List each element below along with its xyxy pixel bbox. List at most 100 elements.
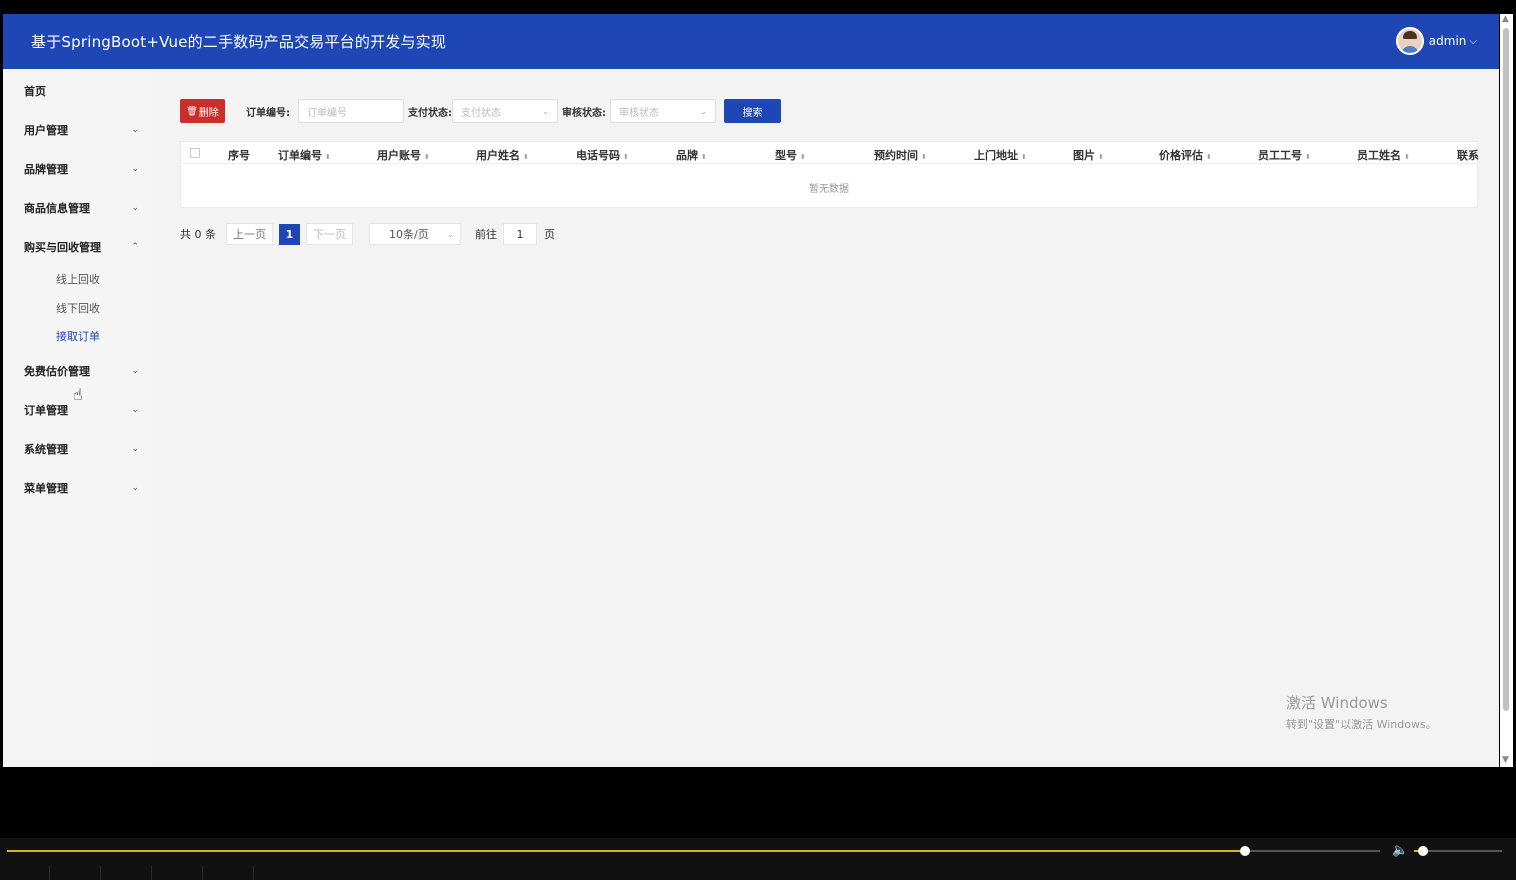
scroll-down-arrow-icon[interactable]: ▼ (1502, 755, 1509, 765)
sidebar-item-menus[interactable]: 菜单管理 ⌄ (24, 478, 139, 498)
sort-icon[interactable]: ⬍ (623, 153, 629, 161)
chevron-down-icon: ⌄ (131, 483, 139, 493)
column-header-label: 用户账号 (377, 149, 421, 162)
chevron-down-icon: ⌄ (447, 229, 454, 239)
column-header-label: 员工姓名 (1357, 149, 1401, 162)
pagination: 共 0 条 上一页 1 下一页 10条/页 ⌄ 前往 1 页 (180, 223, 555, 245)
sidebar-item-label: 系统管理 (24, 443, 68, 456)
top-header: 基于SpringBoot+Vue的二手数码产品交易平台的开发与实现 admin … (3, 14, 1499, 69)
page-suffix: 页 (544, 228, 555, 241)
column-header[interactable]: 图片 ⬍ (1073, 147, 1104, 163)
sidebar-item-label: 用户管理 (24, 124, 68, 137)
order-no-input[interactable]: 订单编号 (298, 99, 404, 123)
chevron-down-icon: ⌄ (131, 203, 139, 213)
page-size-value: 10条/页 (389, 228, 429, 241)
table-header: 序号 订单编号 ⬍ 用户账号 ⬍ 用户姓名 ⬍ 电话号码 ⬍ 品牌 ⬍ 型号 ⬍ 预约时间 ⬍… (181, 142, 1479, 164)
column-header-label: 联系 (1457, 149, 1479, 162)
sort-icon[interactable]: ⬍ (325, 153, 331, 161)
chevron-down-icon[interactable]: ⌵ (1469, 36, 1477, 47)
player-segment (203, 866, 254, 880)
column-header[interactable]: 员工姓名 ⬍ (1357, 147, 1410, 163)
sort-icon[interactable]: ⬍ (1098, 153, 1104, 161)
goto-page-input[interactable]: 1 (503, 223, 537, 245)
delete-button[interactable]: 🗑 删除 (180, 99, 225, 123)
column-header[interactable]: 预约时间 ⬍ (874, 147, 927, 163)
column-header[interactable]: 电话号码 ⬍ (576, 147, 629, 163)
sort-icon[interactable]: ⬍ (1021, 153, 1027, 161)
sidebar-item-users[interactable]: 用户管理 ⌄ (24, 120, 139, 140)
sidebar-item-purchase-recycle[interactable]: 购买与回收管理 ⌃ (24, 237, 139, 257)
sidebar-item-label: 菜单管理 (24, 482, 68, 495)
sort-icon[interactable]: ⬍ (424, 153, 430, 161)
sidebar-item-free-estimate[interactable]: 免费估价管理 ⌄ (24, 361, 139, 381)
sort-icon[interactable]: ⬍ (701, 153, 707, 161)
username[interactable]: admin (1429, 34, 1467, 48)
column-header-label: 订单编号 (278, 149, 322, 162)
search-button[interactable]: 搜索 (724, 99, 781, 123)
sidebar-item-brands[interactable]: 品牌管理 ⌄ (24, 159, 139, 179)
column-header-label: 上门地址 (974, 149, 1018, 162)
column-header-label: 预约时间 (874, 149, 918, 162)
column-header[interactable]: 员工工号 ⬍ (1258, 147, 1311, 163)
seek-bar-handle[interactable] (1240, 846, 1251, 856)
pay-status-label: 支付状态: (408, 107, 452, 119)
column-header[interactable]: 联系 (1457, 147, 1479, 163)
sidebar-subitem-online-recycle[interactable]: 线上回收 (56, 271, 100, 287)
orders-table: 序号 订单编号 ⬍ 用户账号 ⬍ 用户姓名 ⬍ 电话号码 ⬍ 品牌 ⬍ 型号 ⬍ 预约时间 ⬍… (180, 141, 1479, 208)
column-header[interactable]: 价格评估 ⬍ (1159, 147, 1212, 163)
column-header[interactable]: 用户账号 ⬍ (377, 147, 430, 163)
chevron-down-icon: ⌄ (131, 444, 139, 454)
page-size-select[interactable]: 10条/页 ⌄ (369, 223, 461, 245)
prev-page-button[interactable]: 上一页 (226, 223, 273, 245)
volume-slider[interactable] (1414, 846, 1502, 856)
sort-icon[interactable]: ⬍ (1206, 153, 1212, 161)
main-content: 🗑 删除 订单编号: 订单编号 支付状态: 支付状态 ⌄ 审核状态: 审核状态 ⌄… (152, 69, 1499, 767)
column-header[interactable]: 上门地址 ⬍ (974, 147, 1027, 163)
vertical-scrollbar[interactable]: ▲ ▼ (1500, 14, 1513, 767)
column-header[interactable]: 订单编号 ⬍ (278, 147, 331, 163)
sidebar-item-products[interactable]: 商品信息管理 ⌄ (24, 198, 139, 218)
sort-icon[interactable]: ⬍ (1305, 153, 1311, 161)
scrollbar-thumb[interactable] (1503, 28, 1509, 711)
total-count: 共 0 条 (180, 228, 216, 241)
sidebar-item-label: 商品信息管理 (24, 202, 90, 215)
user-menu[interactable]: admin ⌵ (1395, 27, 1477, 55)
page-number-current[interactable]: 1 (279, 223, 300, 245)
search-toolbar: 🗑 删除 订单编号: 订单编号 支付状态: 支付状态 ⌄ 审核状态: 审核状态 ⌄… (180, 98, 781, 124)
scroll-up-arrow-icon[interactable]: ▲ (1502, 14, 1509, 24)
avatar[interactable] (1395, 27, 1424, 55)
sidebar-item-home[interactable]: 首页 (24, 81, 139, 101)
order-no-placeholder: 订单编号 (307, 107, 347, 119)
sidebar-item-system[interactable]: 系统管理 ⌄ (24, 439, 139, 459)
watermark-line2: 转到"设置"以激活 Windows。 (1286, 718, 1437, 731)
column-header[interactable]: 型号 ⬍ (775, 147, 806, 163)
order-no-label: 订单编号: (246, 107, 290, 119)
sidebar-item-label: 购买与回收管理 (24, 241, 101, 254)
volume-slider-handle[interactable] (1417, 846, 1428, 856)
sidebar-subitem-offline-recycle[interactable]: 线下回收 (56, 300, 100, 316)
sort-icon[interactable]: ⬍ (1404, 153, 1410, 161)
player-segment (0, 866, 50, 880)
column-header-label: 电话号码 (576, 149, 620, 162)
seek-bar[interactable] (7, 846, 1380, 856)
column-header[interactable]: 品牌 ⬍ (676, 147, 707, 163)
video-player-controls: 🔈 (0, 838, 1516, 880)
sidebar-item-label: 订单管理 (24, 404, 68, 417)
goto-page-value: 1 (516, 227, 524, 241)
column-header-label: 品牌 (676, 149, 698, 162)
sort-icon[interactable]: ⬍ (921, 153, 927, 161)
sort-icon[interactable]: ⬍ (523, 153, 529, 161)
app-title: 基于SpringBoot+Vue的二手数码产品交易平台的开发与实现 (31, 33, 447, 51)
sidebar-subitem-take-order[interactable]: 接取订单 (56, 328, 100, 344)
sort-icon[interactable]: ⬍ (800, 153, 806, 161)
column-header-label: 图片 (1073, 149, 1095, 162)
select-all-checkbox[interactable] (190, 148, 200, 158)
empty-state: 暂无数据 (809, 184, 849, 195)
next-page-button[interactable]: 下一页 (306, 223, 353, 245)
audit-status-select[interactable]: 审核状态 ⌄ (610, 99, 716, 123)
volume-icon[interactable]: 🔈 (1392, 843, 1408, 858)
goto-label: 前往 (475, 228, 497, 241)
chevron-down-icon: ⌄ (700, 106, 707, 116)
column-header[interactable]: 用户姓名 ⬍ (476, 147, 529, 163)
pay-status-select[interactable]: 支付状态 ⌄ (452, 99, 558, 123)
